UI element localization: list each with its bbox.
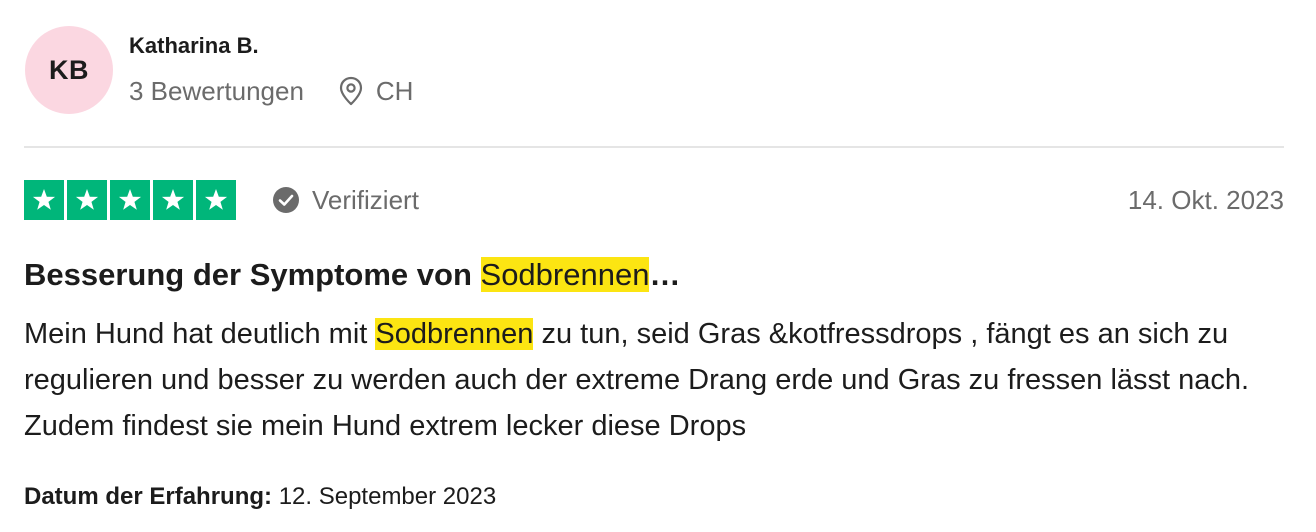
search-highlight: Sodbrennen — [375, 318, 534, 350]
review-card: KB Katharina B. 3 Bewertungen CH Verifiz… — [24, 0, 1284, 532]
avatar[interactable]: KB — [25, 26, 113, 114]
experience-date: Datum der Erfahrung: 12. September 2023 — [24, 480, 496, 514]
verified-badge[interactable]: Verifiziert — [272, 182, 419, 218]
star-icon — [110, 180, 150, 220]
review-count: 3 Bewertungen — [129, 75, 304, 106]
map-pin-icon — [338, 76, 364, 106]
check-circle-icon — [272, 186, 300, 214]
star-icon — [153, 180, 193, 220]
avatar-initials: KB — [49, 54, 89, 85]
divider — [24, 146, 1284, 148]
review-title-ellipsis: … — [649, 257, 681, 292]
experience-value: 12. September 2023 — [278, 483, 497, 510]
search-highlight: Sodbrennen — [480, 257, 650, 292]
experience-label: Datum der Erfahrung: — [24, 483, 273, 510]
star-rating — [24, 180, 236, 220]
star-icon — [67, 180, 107, 220]
verified-label: Verifiziert — [312, 184, 419, 215]
reviewer-name[interactable]: Katharina B. — [129, 32, 259, 60]
reviewer-country: CH — [375, 75, 414, 106]
review-body-text: Mein Hund hat deutlich mit — [24, 318, 376, 350]
review-body: Mein Hund hat deutlich mit Sodbrennen zu… — [24, 311, 1286, 449]
review-title-text: Besserung der Symptome von — [24, 257, 481, 292]
star-icon — [24, 180, 64, 220]
reviewer-meta: 3 Bewertungen CH — [129, 74, 413, 108]
reviewer-location: CH — [338, 75, 414, 107]
review-date: 14. Okt. 2023 — [1127, 184, 1284, 215]
review-title[interactable]: Besserung der Symptome von Sodbrennen… — [24, 254, 680, 296]
star-icon — [196, 180, 236, 220]
